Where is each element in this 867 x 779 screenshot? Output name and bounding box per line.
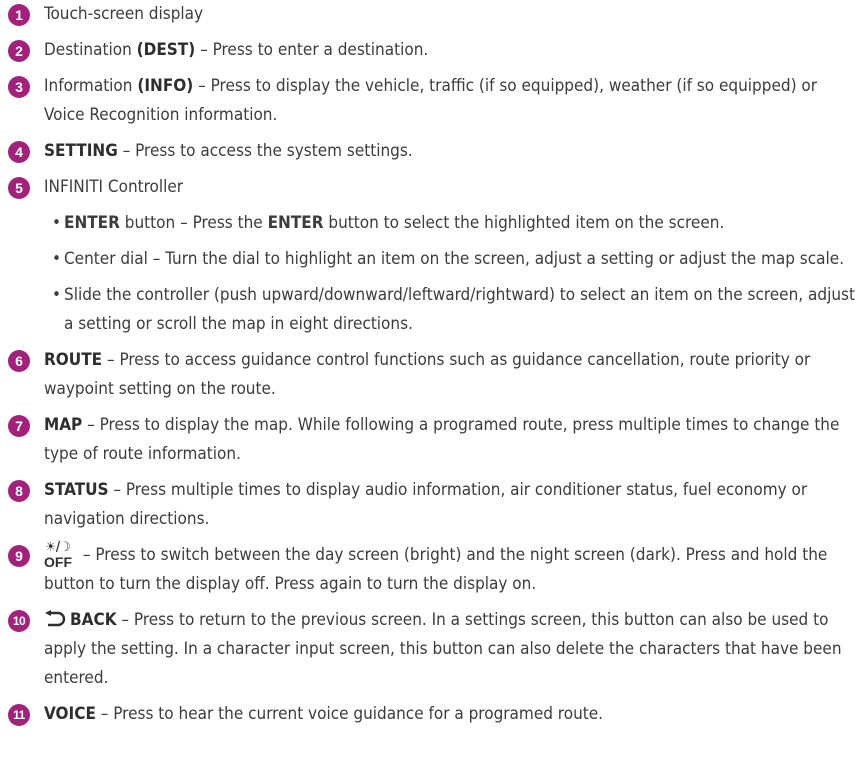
number-badge: 4 bbox=[8, 141, 30, 163]
item-keyword: ENTER bbox=[267, 213, 324, 233]
item-keyword: SETTING bbox=[44, 141, 118, 161]
list-item: 9 ☀/☽ OFF – Press to switch between the d… bbox=[8, 541, 857, 599]
item-text: Destination bbox=[44, 40, 137, 60]
item-keyword: ENTER bbox=[64, 213, 120, 233]
number-badge: 8 bbox=[8, 480, 30, 502]
bullet: • bbox=[52, 285, 62, 305]
item-description: Center dial – Turn the dial to highlight… bbox=[64, 249, 845, 269]
item-keyword: (INFO) bbox=[137, 76, 194, 96]
list-item: 1 Touch-screen display bbox=[8, 0, 857, 29]
number-badge: 2 bbox=[8, 40, 30, 62]
back-arrow-icon bbox=[45, 610, 66, 627]
list-item: 10 BACK – Press to return to the previou… bbox=[8, 606, 857, 693]
bullet: • bbox=[52, 213, 62, 233]
item-description: – Press to return to the previous screen… bbox=[44, 610, 842, 688]
list-item: 11 VOICE – Press to hear the current voi… bbox=[8, 700, 857, 729]
list-item: 7 MAP – Press to display the map. While … bbox=[8, 411, 857, 469]
list-item: 4 SETTING – Press to access the system s… bbox=[8, 137, 857, 166]
list-item: 8 STATUS – Press multiple times to displ… bbox=[8, 476, 857, 534]
item-keyword: STATUS bbox=[44, 480, 109, 500]
item-keyword: MAP bbox=[44, 415, 83, 435]
number-badge: 9 bbox=[8, 545, 30, 567]
number-badge: 3 bbox=[8, 76, 30, 98]
item-text: INFINITI Controller bbox=[44, 177, 184, 197]
instruction-list: 1 Touch-screen display 2 Destination (DE… bbox=[0, 0, 867, 729]
item-description: Slide the controller (push upward/downwa… bbox=[64, 285, 855, 334]
item-description: – Press to enter a destination. bbox=[195, 40, 429, 60]
list-item: 2 Destination (DEST) – Press to enter a … bbox=[8, 36, 857, 65]
list-item: 6 ROUTE – Press to access guidance contr… bbox=[8, 346, 857, 404]
item-description: – Press to access the system settings. bbox=[117, 141, 413, 161]
item-description: – Press to display the map. While follow… bbox=[44, 415, 840, 464]
item-keyword: BACK bbox=[70, 610, 117, 630]
number-badge: 7 bbox=[8, 415, 30, 437]
number-badge: 10 bbox=[8, 610, 30, 632]
item-text: Touch-screen display bbox=[44, 4, 204, 24]
sub-list-item: • ENTER button – Press the ENTER button … bbox=[52, 209, 857, 238]
sub-list-item: • Slide the controller (push upward/down… bbox=[52, 281, 857, 339]
item-description: – Press multiple times to display audio … bbox=[44, 480, 808, 529]
item-keyword: (DEST) bbox=[136, 40, 196, 60]
day-night-off-icon: ☀/☽ OFF bbox=[44, 540, 72, 570]
item-description: – Press to switch between the day screen… bbox=[44, 545, 828, 594]
bullet: • bbox=[52, 249, 62, 269]
list-item: 3 Information (INFO) – Press to display … bbox=[8, 72, 857, 130]
number-badge: 11 bbox=[8, 704, 30, 726]
item-keyword: ROUTE bbox=[44, 350, 103, 370]
number-badge: 6 bbox=[8, 350, 30, 372]
list-item: 5 INFINITI Controller bbox=[8, 173, 857, 202]
item-text: Information bbox=[44, 76, 138, 96]
number-badge: 1 bbox=[8, 4, 30, 26]
item-keyword: VOICE bbox=[44, 704, 96, 724]
item-description: – Press to hear the current voice guidan… bbox=[95, 704, 604, 724]
item-description: – Press to access guidance control funct… bbox=[44, 350, 811, 399]
sub-list-item: • Center dial – Turn the dial to highlig… bbox=[52, 245, 857, 274]
number-badge: 5 bbox=[8, 177, 30, 199]
